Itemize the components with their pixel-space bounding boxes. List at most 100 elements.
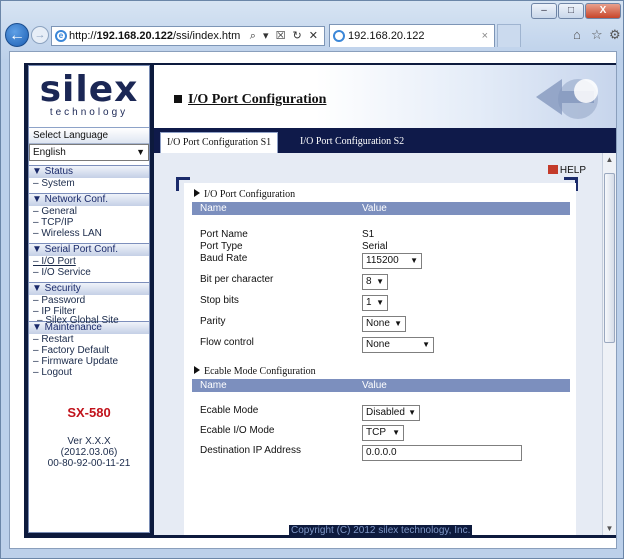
menu-item-io-port[interactable]: – I/O Port — [29, 256, 149, 267]
mac-address: 00-80-92-00-11-21 — [47, 458, 131, 469]
parity-value: None — [366, 318, 390, 329]
config-panel: HELP I/O Port Configuration Name Value Po… — [154, 153, 602, 535]
scroll-down-icon[interactable]: ▼ — [603, 522, 616, 535]
menu-heading-network[interactable]: ▼ Network Conf. — [29, 193, 149, 206]
language-select[interactable]: English ▼ — [29, 144, 149, 161]
ecable-mode-select[interactable]: Disabled ▼ — [362, 405, 420, 421]
parity-select[interactable]: None ▼ — [362, 316, 406, 332]
silex-logo: silex technology — [29, 66, 149, 128]
menu-item-password[interactable]: – Password — [29, 295, 149, 306]
chevron-down-icon: ▼ — [394, 319, 402, 328]
stop-bits-select[interactable]: 1 ▼ — [362, 295, 388, 311]
flow-control-value: None — [366, 339, 390, 350]
menu-item-system[interactable]: – System — [29, 178, 149, 189]
destination-ip-input[interactable]: 0.0.0.0 — [362, 445, 522, 461]
browser-tab[interactable]: 192.168.20.122 × — [329, 24, 495, 47]
copyright-text: Copyright (C) 2012 silex technology, Inc… — [289, 525, 473, 536]
ecable-io-label: Ecable I/O Mode — [200, 425, 275, 436]
baud-rate-value: 115200 — [366, 255, 399, 266]
chevron-down-icon: ▼ — [422, 340, 430, 349]
bits-label: Bit per character — [200, 274, 274, 285]
version-number: Ver X.X.X — [67, 436, 111, 447]
address-controls[interactable]: ⌕ ▾ ☒ ↻ ✕ — [250, 27, 320, 45]
menu-heading-serial-port[interactable]: ▼ Serial Port Conf. — [29, 243, 149, 256]
menu-item-io-service[interactable]: – I/O Service — [29, 267, 149, 278]
ecable-io-select[interactable]: TCP ▼ — [362, 425, 404, 441]
title-square-icon — [174, 95, 182, 103]
col-name: Name — [200, 380, 227, 391]
menu-heading-security[interactable]: ▼ Security — [29, 282, 149, 295]
minimize-button[interactable]: – — [531, 3, 557, 19]
flow-control-select[interactable]: None ▼ — [362, 337, 434, 353]
baud-rate-label: Baud Rate — [200, 253, 248, 264]
forward-arrow-icon[interactable]: → — [31, 26, 49, 44]
back-arrow-icon[interactable]: ← — [5, 23, 29, 47]
menu-heading-status[interactable]: ▼ Status — [29, 165, 149, 178]
global-site-link[interactable]: – Silex Global Site — [29, 315, 149, 326]
help-label: HELP — [559, 165, 586, 176]
vertical-scrollbar[interactable]: ▲ ▼ — [602, 153, 616, 535]
menu-item-tcpip[interactable]: – TCP/IP — [29, 217, 149, 228]
tab-io-port-s2[interactable]: I/O Port Configuration S2 — [294, 132, 410, 153]
scroll-up-icon[interactable]: ▲ — [603, 153, 616, 166]
menu-item-general[interactable]: – General — [29, 206, 149, 217]
stop-bits-label: Stop bits — [200, 295, 239, 306]
stop-bits-value: 1 — [366, 297, 372, 308]
col-value: Value — [362, 203, 387, 214]
language-label: Select Language — [29, 128, 149, 144]
title-bar: – □ X — [1, 1, 623, 19]
menu-item-factory-default[interactable]: – Factory Default — [29, 345, 149, 356]
chevron-down-icon: ▼ — [376, 277, 384, 286]
new-tab-button[interactable] — [497, 24, 521, 47]
logo-brand: silex — [39, 69, 139, 110]
version-date: (2012.03.06) — [60, 447, 118, 458]
table-header-io-port: Name Value — [192, 202, 570, 215]
close-tab-icon[interactable]: × — [482, 25, 488, 47]
triangle-icon — [194, 366, 200, 374]
settings-gear-icon[interactable]: ⚙ — [609, 27, 621, 43]
config-card: I/O Port Configuration Name Value Port Na… — [184, 183, 576, 535]
chevron-down-icon: ▼ — [392, 428, 400, 437]
col-name: Name — [200, 203, 227, 214]
navigation-bar: ← → e http://192.168.20.122/ssi/index.ht… — [1, 21, 623, 49]
menu-item-wireless-lan[interactable]: – Wireless LAN — [29, 228, 149, 239]
ecable-io-value: TCP — [366, 427, 386, 438]
browser-window: – □ X ← → e http://192.168.20.122/ssi/in… — [0, 0, 624, 559]
section-io-port-title: I/O Port Configuration — [194, 189, 295, 200]
port-name-value: S1 — [362, 229, 375, 240]
table-header-ecable: Name Value — [192, 379, 570, 392]
home-icon[interactable]: ⌂ — [573, 27, 581, 42]
address-bar[interactable]: e http://192.168.20.122/ssi/index.htm ⌕ … — [51, 26, 325, 46]
chevron-down-icon: ▼ — [408, 408, 416, 417]
sidebar: silex technology Select Language English… — [28, 65, 150, 533]
url-prefix: http:// — [69, 30, 97, 42]
ecable-mode-label: Ecable Mode — [200, 405, 259, 416]
menu-item-firmware-update[interactable]: – Firmware Update — [29, 356, 149, 367]
app-frame: silex technology Select Language English… — [24, 63, 616, 538]
scroll-thumb[interactable] — [604, 173, 615, 343]
port-type-label: Port Type — [200, 241, 243, 252]
chevron-down-icon: ▼ — [376, 298, 384, 307]
help-icon — [547, 165, 558, 174]
chevron-down-icon: ▼ — [410, 256, 418, 265]
col-value: Value — [362, 380, 387, 391]
page-title: I/O Port Configuration — [174, 92, 326, 108]
bits-value: 8 — [366, 276, 372, 287]
favorites-star-icon[interactable]: ☆ — [591, 27, 603, 43]
baud-rate-select[interactable]: 115200 ▼ — [362, 253, 422, 269]
bits-select[interactable]: 8 ▼ — [362, 274, 388, 290]
version-info: Ver X.X.X (2012.03.06) 00-80-92-00-11-21 — [29, 436, 149, 469]
url-path: /ssi/index.htm — [173, 30, 241, 42]
close-window-button[interactable]: X — [585, 3, 621, 19]
menu-item-restart[interactable]: – Restart — [29, 334, 149, 345]
flow-control-label: Flow control — [200, 337, 254, 348]
menu-item-logout[interactable]: – Logout — [29, 367, 149, 378]
ecable-mode-value: Disabled — [366, 407, 405, 418]
port-type-value: Serial — [362, 241, 388, 252]
help-link[interactable]: HELP — [547, 165, 586, 176]
destination-ip-label: Destination IP Address — [200, 445, 301, 456]
section-ecable-title: Ecable Mode Configuration — [194, 366, 316, 377]
tab-io-port-s1[interactable]: I/O Port Configuration S1 — [160, 132, 279, 153]
maximize-button[interactable]: □ — [558, 3, 584, 19]
url-domain: 192.168.20.122 — [96, 30, 173, 42]
